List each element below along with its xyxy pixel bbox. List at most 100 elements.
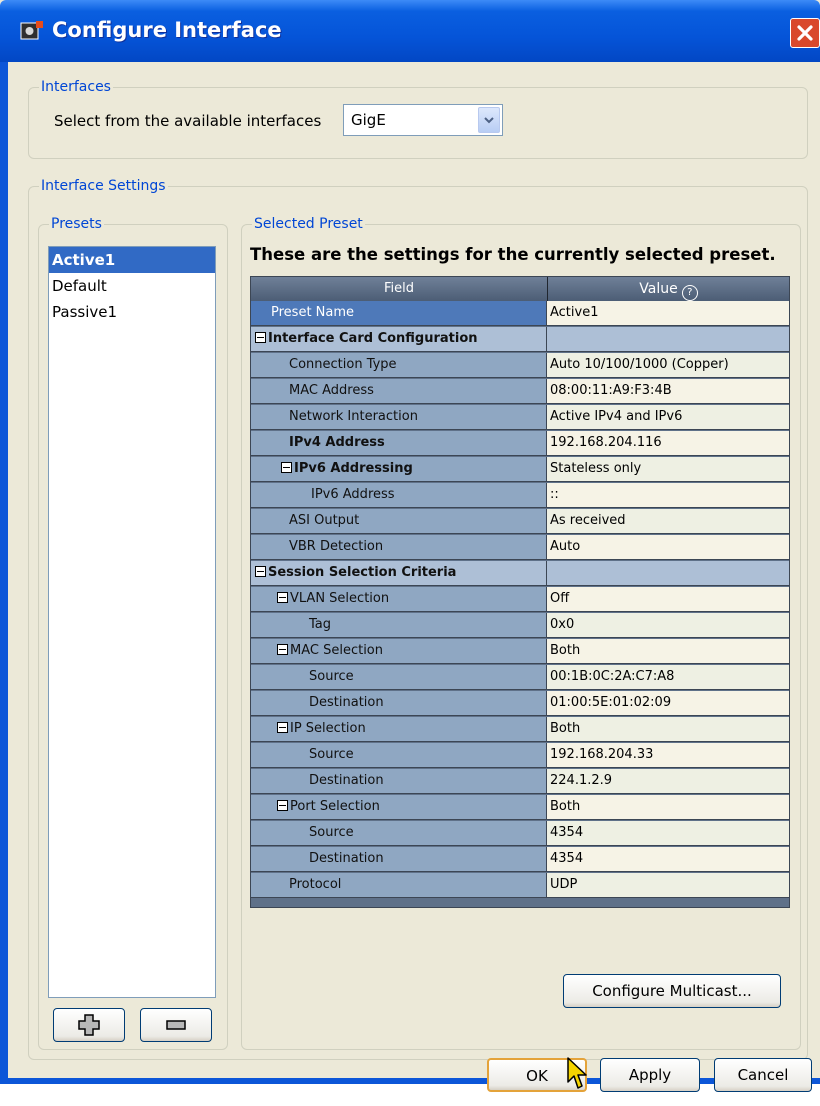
row-field: IPv6 Address bbox=[311, 487, 395, 502]
row-value[interactable]: Auto bbox=[550, 539, 580, 554]
row-field: Tag bbox=[309, 617, 332, 632]
interface-settings-legend: Interface Settings bbox=[41, 178, 166, 194]
column-header-field[interactable]: Field bbox=[251, 277, 548, 301]
table-row[interactable]: IP Selection Both bbox=[251, 717, 789, 742]
row-field: Protocol bbox=[289, 877, 342, 892]
table-row[interactable]: IPv6 Address :: bbox=[251, 483, 789, 508]
row-field: Destination bbox=[309, 851, 384, 866]
table-row[interactable]: Network Interaction Active IPv4 and IPv6 bbox=[251, 405, 789, 430]
presets-list[interactable]: Active1 Default Passive1 bbox=[48, 246, 216, 998]
column-header-field-label: Field bbox=[383, 281, 414, 296]
table-row[interactable]: Connection Type Auto 10/100/1000 (Copper… bbox=[251, 353, 789, 378]
row-value[interactable]: 192.168.204.116 bbox=[550, 435, 662, 450]
add-preset-button[interactable] bbox=[53, 1008, 125, 1042]
collapse-toggle-icon[interactable] bbox=[277, 644, 288, 655]
column-header-value-label: Value bbox=[639, 281, 678, 297]
table-row[interactable]: Source 00:1B:0C:2A:C7:A8 bbox=[251, 665, 789, 690]
close-button[interactable] bbox=[790, 18, 820, 48]
row-value[interactable]: Stateless only bbox=[550, 461, 641, 476]
row-value[interactable]: Auto 10/100/1000 (Copper) bbox=[550, 357, 729, 372]
row-field: ASI Output bbox=[289, 513, 360, 528]
row-value[interactable]: Active IPv4 and IPv6 bbox=[550, 409, 682, 424]
table-row[interactable]: MAC Selection Both bbox=[251, 639, 789, 664]
table-row[interactable]: Destination 4354 bbox=[251, 847, 789, 872]
interface-select[interactable]: GigE bbox=[343, 104, 503, 136]
plus-icon bbox=[78, 1014, 100, 1036]
row-field: MAC Address bbox=[289, 383, 374, 398]
interface-select-value: GigE bbox=[351, 111, 386, 129]
configure-interface-dialog: Configure Interface Interfaces Select fr… bbox=[0, 0, 820, 1092]
apply-button[interactable]: Apply bbox=[600, 1058, 700, 1092]
row-value[interactable]: 00:1B:0C:2A:C7:A8 bbox=[550, 669, 674, 684]
row-value[interactable]: Both bbox=[550, 799, 580, 814]
collapse-toggle-icon[interactable] bbox=[277, 800, 288, 811]
preset-item-active1[interactable]: Active1 bbox=[49, 247, 215, 273]
cancel-button[interactable]: Cancel bbox=[714, 1058, 812, 1092]
preset-settings-table[interactable]: Field Value? Preset Name Active1 Interfa… bbox=[250, 276, 790, 908]
minus-icon bbox=[166, 1020, 186, 1030]
row-field: Source bbox=[309, 825, 354, 840]
row-value[interactable]: 08:00:11:A9:F3:4B bbox=[550, 383, 672, 398]
title-bar[interactable]: Configure Interface bbox=[0, 0, 820, 62]
collapse-toggle-icon[interactable] bbox=[277, 722, 288, 733]
table-row[interactable]: Destination 224.1.2.9 bbox=[251, 769, 789, 794]
table-row[interactable]: Preset Name Active1 bbox=[251, 301, 789, 326]
table-row[interactable]: ASI Output As received bbox=[251, 509, 789, 534]
row-value[interactable]: Both bbox=[550, 721, 580, 736]
table-row[interactable]: Interface Card Configuration bbox=[251, 327, 789, 352]
row-value[interactable]: 0x0 bbox=[550, 617, 574, 632]
row-field: IPv4 Address bbox=[289, 435, 385, 450]
column-header-value[interactable]: Value? bbox=[548, 277, 789, 301]
row-value[interactable]: Both bbox=[550, 643, 580, 658]
dropdown-button[interactable] bbox=[478, 107, 500, 133]
row-value[interactable]: 192.168.204.33 bbox=[550, 747, 653, 762]
row-field: Destination bbox=[309, 773, 384, 788]
close-icon bbox=[797, 25, 813, 41]
table-row[interactable]: IPv4 Address 192.168.204.116 bbox=[251, 431, 789, 456]
table-row[interactable]: Session Selection Criteria bbox=[251, 561, 789, 586]
preset-item-default[interactable]: Default bbox=[49, 273, 215, 299]
app-icon bbox=[20, 21, 43, 40]
row-value[interactable]: 224.1.2.9 bbox=[550, 773, 612, 788]
table-row[interactable]: Destination 01:00:5E:01:02:09 bbox=[251, 691, 789, 716]
row-value[interactable]: :: bbox=[550, 487, 559, 502]
collapse-toggle-icon[interactable] bbox=[277, 592, 288, 603]
configure-multicast-button[interactable]: Configure Multicast... bbox=[563, 974, 781, 1008]
preset-item-passive1[interactable]: Passive1 bbox=[49, 299, 215, 325]
selected-preset-legend: Selected Preset bbox=[254, 216, 363, 232]
table-row[interactable]: Protocol UDP bbox=[251, 873, 789, 898]
row-field: IPv6 Addressing bbox=[294, 461, 413, 476]
collapse-toggle-icon[interactable] bbox=[255, 332, 266, 343]
table-row[interactable]: VBR Detection Auto bbox=[251, 535, 789, 560]
row-value[interactable]: As received bbox=[550, 513, 626, 528]
remove-preset-button[interactable] bbox=[140, 1008, 212, 1042]
row-value[interactable]: 01:00:5E:01:02:09 bbox=[550, 695, 671, 710]
table-row[interactable]: Tag 0x0 bbox=[251, 613, 789, 638]
row-field: IP Selection bbox=[290, 721, 366, 736]
table-row[interactable]: Source 4354 bbox=[251, 821, 789, 846]
table-row[interactable]: IPv6 Addressing Stateless only bbox=[251, 457, 789, 482]
row-field: Source bbox=[309, 669, 354, 684]
window-title: Configure Interface bbox=[52, 18, 282, 42]
row-value[interactable]: Active1 bbox=[550, 305, 598, 320]
table-row[interactable]: Source 192.168.204.33 bbox=[251, 743, 789, 768]
row-value[interactable]: 4354 bbox=[550, 825, 583, 840]
table-row[interactable]: MAC Address 08:00:11:A9:F3:4B bbox=[251, 379, 789, 404]
interfaces-prompt: Select from the available interfaces bbox=[54, 112, 322, 130]
chevron-down-icon bbox=[484, 117, 494, 124]
help-icon[interactable]: ? bbox=[681, 285, 698, 301]
row-value[interactable]: UDP bbox=[550, 877, 577, 892]
row-value[interactable]: 4354 bbox=[550, 851, 583, 866]
row-field: Interface Card Configuration bbox=[268, 331, 478, 346]
row-field: Destination bbox=[309, 695, 384, 710]
row-field: Preset Name bbox=[271, 305, 355, 320]
selected-preset-heading: These are the settings for the currently… bbox=[250, 245, 776, 264]
row-field: Connection Type bbox=[289, 357, 397, 372]
table-row[interactable]: VLAN Selection Off bbox=[251, 587, 789, 612]
row-field: Port Selection bbox=[290, 799, 380, 814]
collapse-toggle-icon[interactable] bbox=[255, 566, 266, 577]
collapse-toggle-icon[interactable] bbox=[281, 462, 292, 473]
row-value[interactable]: Off bbox=[550, 591, 569, 606]
table-row[interactable]: Port Selection Both bbox=[251, 795, 789, 820]
row-field: Session Selection Criteria bbox=[268, 565, 457, 580]
